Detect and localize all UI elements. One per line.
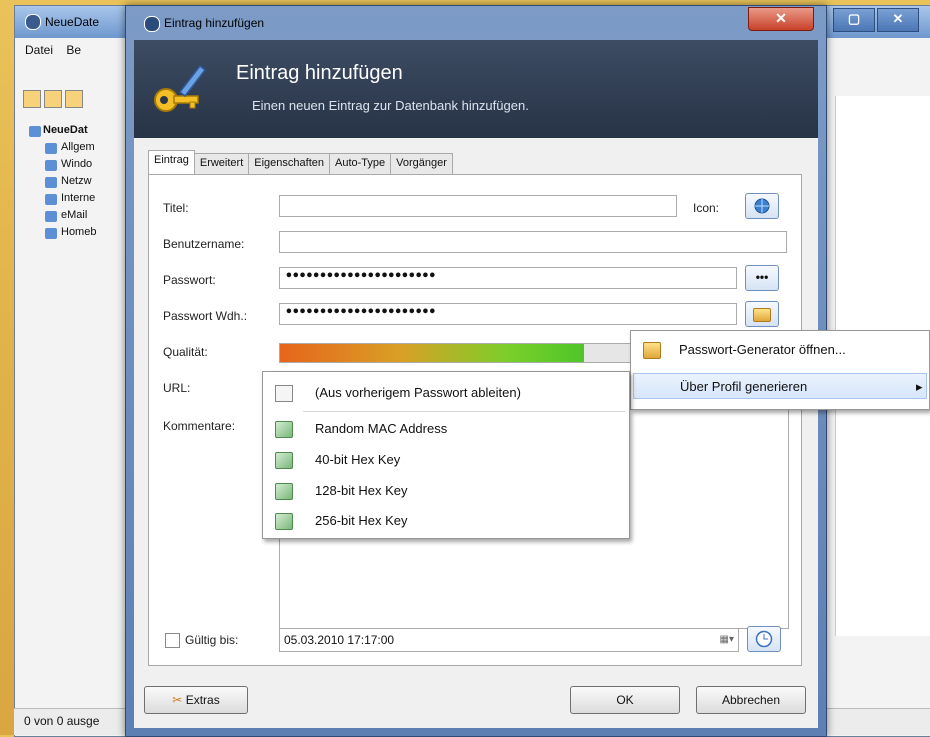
profile-icon xyxy=(275,452,293,469)
password-generator-button[interactable] xyxy=(745,301,779,327)
profile-icon xyxy=(275,421,293,438)
status-text: 0 von 0 ausge xyxy=(24,714,100,728)
tab-strip: Eintrag Erweitert Eigenschaften Auto-Typ… xyxy=(148,150,453,177)
window-icon xyxy=(45,160,57,171)
background-window-title: NeueDate xyxy=(45,15,100,29)
quality-label: Qualität: xyxy=(163,345,208,359)
tab-eintrag[interactable]: Eintrag xyxy=(148,150,195,177)
calendar-dropdown-icon[interactable]: ▦▾ xyxy=(720,634,734,645)
icon-label: Icon: xyxy=(693,201,720,215)
ok-button[interactable]: OK xyxy=(570,686,680,714)
icon-picker-button[interactable] xyxy=(745,193,779,219)
tree-item[interactable]: eMail xyxy=(23,209,133,226)
menu-datei[interactable]: Datei xyxy=(25,43,53,57)
title-field[interactable] xyxy=(279,195,677,217)
background-menubar: Datei Be xyxy=(15,39,125,61)
tree-item[interactable]: Netzw xyxy=(23,175,133,192)
dialog-banner: Eintrag hinzufügen Einen neuen Eintrag z… xyxy=(134,40,818,138)
generator-icon xyxy=(753,308,771,322)
menu-item-generate-by-profile[interactable]: Über Profil generieren ▸ xyxy=(633,373,927,399)
expires-datetime-field[interactable]: 05.03.2010 17:17:00 ▦▾ xyxy=(279,628,739,652)
tree-item-root[interactable]: NeueDat xyxy=(23,124,133,141)
expires-label: Gültig bis: xyxy=(185,633,239,647)
folder-icon xyxy=(29,126,41,137)
repeat-password-field[interactable]: •••••••••••••••••••••• xyxy=(279,303,737,325)
save-icon[interactable] xyxy=(65,90,83,108)
expires-checkbox[interactable] xyxy=(165,633,180,648)
expiry-presets-button[interactable] xyxy=(747,626,781,652)
globe-icon xyxy=(754,198,770,214)
lock-icon xyxy=(144,16,160,32)
lock-icon xyxy=(25,14,41,30)
title-label: Titel: xyxy=(163,201,189,215)
tree-item[interactable]: Homeb xyxy=(23,226,133,243)
key-pen-icon xyxy=(154,64,206,112)
url-label: URL: xyxy=(163,381,191,395)
banner-title: Eintrag hinzufügen xyxy=(236,62,403,84)
username-label: Benutzername: xyxy=(163,237,245,251)
comment-label: Kommentare: xyxy=(163,419,236,433)
quality-bar-fill xyxy=(280,344,585,362)
network-icon xyxy=(45,177,57,188)
dialog-close-button[interactable]: ✕ xyxy=(748,7,814,31)
menu-bearbeiten[interactable]: Be xyxy=(66,43,81,57)
extras-button-label: Extras xyxy=(185,693,220,707)
banner-subtitle: Einen neuen Eintrag zur Datenbank hinzuf… xyxy=(252,98,529,113)
background-close-button[interactable]: ✕ xyxy=(877,8,919,32)
cancel-button[interactable]: Abbrechen xyxy=(696,686,806,714)
profile-icon xyxy=(275,513,293,530)
tree-item[interactable]: Interne xyxy=(23,192,133,209)
maximize-button[interactable]: ▢ xyxy=(833,8,875,32)
dialog-title: Eintrag hinzufügen xyxy=(164,16,265,30)
menu-item-derive-previous[interactable]: (Aus vorherigem Passwort ableiten) xyxy=(263,380,629,406)
background-toolbar xyxy=(23,90,123,112)
group-tree: NeueDat Allgem Windo Netzw Interne eMail… xyxy=(23,124,133,243)
repeat-password-label: Passwort Wdh.: xyxy=(163,309,248,323)
home-icon xyxy=(45,228,57,239)
folder-icon xyxy=(45,143,57,154)
new-icon[interactable] xyxy=(23,90,41,108)
expires-value: 05.03.2010 17:17:00 xyxy=(284,633,395,647)
menu-item-profile[interactable]: 128-bit Hex Key xyxy=(263,478,629,504)
globe-icon xyxy=(45,194,57,205)
tree-item[interactable]: Windo xyxy=(23,158,133,175)
open-icon[interactable] xyxy=(44,90,62,108)
menu-separator xyxy=(303,411,625,412)
clock-icon xyxy=(755,630,773,648)
menu-item-profile[interactable]: Random MAC Address xyxy=(263,416,629,442)
menu-item-open-generator[interactable]: Passwort-Generator öffnen... xyxy=(631,337,929,363)
dialog-titlebar: Eintrag hinzufügen ✕ xyxy=(126,6,826,40)
toggle-password-visibility-button[interactable]: ••• xyxy=(745,265,779,291)
username-field[interactable] xyxy=(279,231,787,253)
generator-context-menu: Passwort-Generator öffnen... Über Profil… xyxy=(630,330,930,410)
menu-item-profile[interactable]: 256-bit Hex Key xyxy=(263,508,629,534)
quality-bar xyxy=(279,343,639,363)
password-field[interactable]: •••••••••••••••••••••• xyxy=(279,267,737,289)
tree-item[interactable]: Allgem xyxy=(23,141,133,158)
derive-icon xyxy=(275,385,293,402)
password-label: Passwort: xyxy=(163,273,216,287)
mail-icon xyxy=(45,211,57,222)
submenu-arrow-icon: ▸ xyxy=(916,379,923,394)
profile-submenu: (Aus vorherigem Passwort ableiten) Rando… xyxy=(262,371,630,539)
tools-icon: ✂ xyxy=(172,693,183,707)
generator-icon xyxy=(643,342,661,359)
extras-button[interactable]: ✂ Extras xyxy=(144,686,248,714)
menu-item-profile[interactable]: 40-bit Hex Key xyxy=(263,447,629,473)
profile-icon xyxy=(275,483,293,500)
